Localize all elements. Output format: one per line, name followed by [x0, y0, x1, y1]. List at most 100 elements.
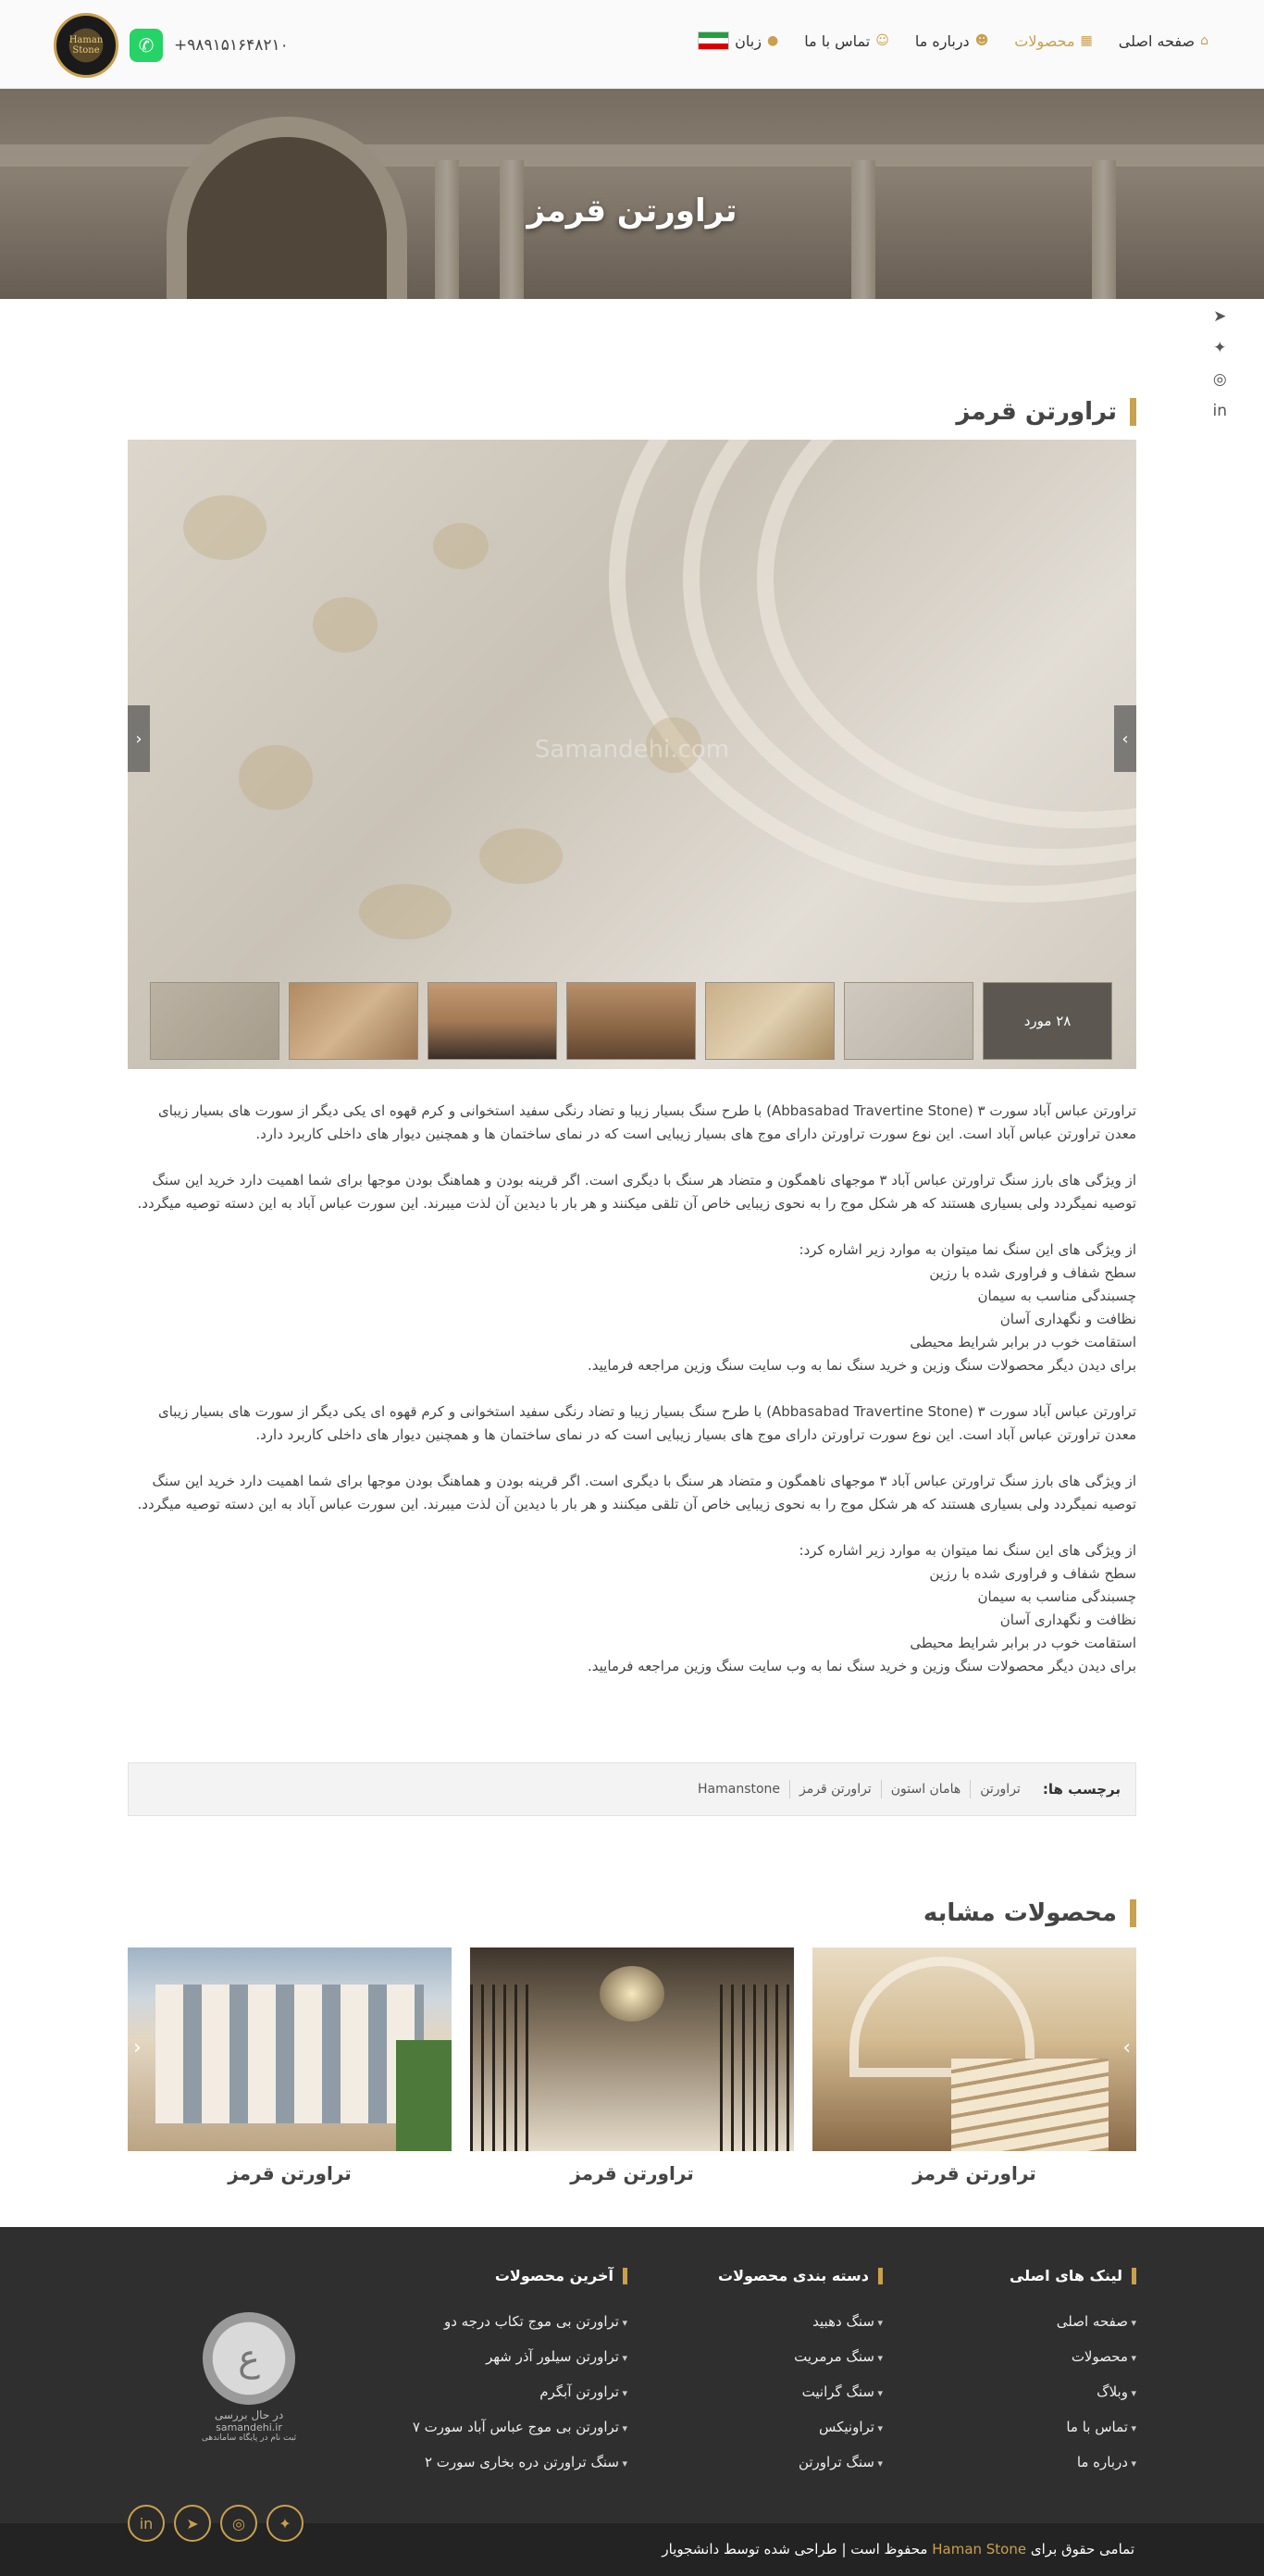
product-title: تراورتن قرمز — [956, 398, 1136, 426]
more-products-text: برای دیدن دیگر محصولات سنگ وزین و خرید س… — [588, 1658, 1136, 1674]
footer-link[interactable]: وبلاگ — [933, 2375, 1136, 2410]
footer-link[interactable]: تراورتن سیلور آذر شهر — [350, 2340, 627, 2375]
similar-product-caption: تراورتن قرمز — [570, 2162, 694, 2184]
footer-latest-products: آخرین محصولات تراورتن بی موج تکاب درجه د… — [350, 2268, 627, 2481]
footer-main-links: لینک های اصلی صفحه اصلی محصولات وبلاگ تم… — [933, 2268, 1136, 2481]
gallery-thumb[interactable] — [289, 982, 418, 1060]
seal-text: در حال بررسی — [214, 2408, 284, 2421]
features-block: از ویژگی های این سنگ نما میتوان به موارد… — [128, 1238, 1136, 1377]
footer-latest-title: آخرین محصولات — [350, 2268, 627, 2284]
copyright-pre: تمامی حقوق برای — [1030, 2541, 1134, 2557]
tag-link[interactable]: Hamanstone — [688, 1780, 789, 1798]
footer-link[interactable]: تراورتن آبگرم — [350, 2375, 627, 2410]
footer-link[interactable]: سنگ دهبید — [670, 2305, 883, 2340]
site-header: ⌂ صفحه اصلی ▦ محصولات ☻ درباره ما ☺ تماس با … — [0, 0, 1264, 89]
footer-categories-title: دسته بندی محصولات — [670, 2268, 883, 2284]
copyright-text: تمامی حقوق برای Haman Stone محفوظ است | … — [662, 2541, 1134, 2557]
tags-label: برچسب ها: — [1042, 1781, 1121, 1798]
instagram-icon[interactable]: ◎ — [220, 2505, 257, 2542]
product-image — [470, 1948, 794, 2151]
gallery-watermark: Samandehi.com — [534, 736, 730, 764]
chevron-left-icon: ‹ — [135, 728, 143, 749]
footer-link[interactable]: تماس با ما — [933, 2410, 1136, 2445]
instagram-icon[interactable]: ◎ — [1213, 370, 1227, 389]
linkedin-icon[interactable]: in — [1213, 402, 1228, 420]
page-hero: تراورتن قرمز — [0, 89, 1264, 299]
nav-products-label: محصولات — [1014, 31, 1075, 50]
footer-link[interactable]: سنگ تراورتن دره بخاری سورت ۲ — [350, 2445, 627, 2481]
similar-product-card[interactable]: تراورتن قرمز — [128, 1948, 452, 2184]
boxes-icon: ▦ — [1080, 33, 1093, 48]
footer-link[interactable]: تراورتن بی موج عباس آباد سورت ۷ — [350, 2410, 627, 2445]
samandehi-logo: ﻉ — [203, 2312, 295, 2405]
feature-item: سطح شفاف و فراوری شده با رزین — [929, 1264, 1136, 1281]
footer-link[interactable]: تراونیکس — [670, 2410, 883, 2445]
feature-item: نظافت و نگهداری آسان — [999, 1612, 1136, 1628]
copyright-brand-link[interactable]: Haman Stone — [932, 2541, 1026, 2557]
feature-item: چسبندگی مناسب به سیمان — [977, 1588, 1136, 1605]
nav-products[interactable]: ▦ محصولات — [1014, 31, 1092, 50]
footer-main-links-title: لینک های اصلی — [933, 2268, 1136, 2284]
gallery-thumb[interactable] — [705, 982, 835, 1060]
feature-item: چسبندگی مناسب به سیمان — [977, 1288, 1136, 1304]
footer-categories: دسته بندی محصولات سنگ دهبید سنگ مرمریت س… — [670, 2268, 883, 2481]
gallery-thumb[interactable] — [428, 982, 557, 1060]
nav-home[interactable]: ⌂ صفحه اصلی — [1119, 31, 1208, 50]
tags-bar: برچسب ها: تراورتن هامان استون تراورتن قر… — [128, 1762, 1136, 1816]
telegram-icon[interactable]: ➤ — [1213, 307, 1226, 326]
home-icon: ⌂ — [1200, 33, 1208, 48]
gallery-thumb[interactable] — [566, 982, 696, 1060]
slider-prev-icon[interactable]: ‹ — [133, 2036, 142, 2060]
more-products-text: برای دیدن دیگر محصولات سنگ وزین و خرید س… — [588, 1357, 1136, 1374]
gallery-more-thumb[interactable]: ۲۸ مورد — [983, 982, 1112, 1060]
features-intro: از ویژگی های این سنگ نما میتوان به موارد… — [799, 1241, 1136, 1258]
tag-link[interactable]: هامان استون — [880, 1780, 971, 1798]
features-intro: از ویژگی های این سنگ نما میتوان به موارد… — [799, 1542, 1136, 1559]
gallery-thumb[interactable] — [844, 982, 973, 1060]
feature-item: سطح شفاف و فراوری شده با رزین — [929, 1565, 1136, 1582]
nav-home-label: صفحه اصلی — [1118, 31, 1196, 50]
similar-product-card[interactable]: تراورتن قرمز — [812, 1948, 1136, 2184]
slider-next-icon[interactable]: › — [1122, 2036, 1131, 2060]
nav-language-label: زبان — [735, 31, 762, 50]
site-logo[interactable]: Haman Stone — [54, 13, 118, 78]
tag-link[interactable]: تراورتن قرمز — [789, 1780, 881, 1798]
description-paragraph: از ویژگی های بارز سنگ تراورتن عباس آباد … — [137, 1172, 1137, 1212]
whatsapp-icon[interactable]: ✆ — [130, 29, 163, 62]
telegram-icon[interactable]: ➤ — [174, 2505, 211, 2542]
nav-language[interactable]: ● زبان — [698, 31, 778, 50]
iran-flag-icon — [698, 31, 730, 50]
similar-product-caption: تراورتن قرمز — [912, 2162, 1036, 2184]
feature-item: استقامت خوب در برابر شرایط محیطی — [910, 1334, 1136, 1350]
gallery-prev-button[interactable]: ‹ — [128, 705, 150, 772]
gallery-next-button[interactable]: › — [1114, 705, 1136, 772]
footer-link[interactable]: محصولات — [933, 2340, 1136, 2375]
tag-link[interactable]: تراورتن — [970, 1780, 1030, 1798]
gallery-thumb[interactable] — [150, 982, 279, 1060]
description-paragraph: از ویژگی های بارز سنگ تراورتن عباس آباد … — [137, 1473, 1137, 1512]
twitter-icon[interactable]: ✦ — [266, 2505, 304, 2542]
hero-title: تراورتن قرمز — [527, 193, 737, 230]
seal-text: ثبت نام در پایگاه ساماندهی — [201, 2433, 297, 2443]
nav-about[interactable]: ☻ درباره ما — [915, 31, 988, 50]
footer-link[interactable]: سنگ گرانیت — [670, 2375, 883, 2410]
footer-link[interactable]: سنگ تراورتن — [670, 2445, 883, 2481]
header-contact: Haman Stone ✆ +۹۸۹۱۵۱۶۴۸۲۱۰ — [54, 13, 289, 78]
globe-icon: ● — [766, 33, 779, 48]
main-nav: ⌂ صفحه اصلی ▦ محصولات ☻ درباره ما ☺ تماس با … — [698, 31, 1208, 50]
similar-product-card[interactable]: تراورتن قرمز — [470, 1948, 794, 2184]
phone-number[interactable]: +۹۸۹۱۵۱۶۴۸۲۱۰ — [174, 36, 289, 55]
similar-products-slider: تراورتن قرمز تراورتن قرمز تراورتن قرمز ›… — [128, 1948, 1136, 2188]
copyright-bar: تمامی حقوق برای Haman Stone محفوظ است | … — [0, 2505, 1264, 2576]
footer-link[interactable]: صفحه اصلی — [933, 2305, 1136, 2340]
linkedin-icon[interactable]: in — [128, 2505, 165, 2542]
seal-text: samandehi.ir — [216, 2421, 282, 2433]
twitter-icon[interactable]: ✦ — [1213, 339, 1226, 357]
nav-contact[interactable]: ☺ تماس با ما — [804, 31, 889, 50]
samandehi-seal[interactable]: ﻉ در حال بررسی samandehi.ir ثبت نام در پ… — [194, 2312, 304, 2443]
footer-link[interactable]: درباره ما — [933, 2445, 1136, 2481]
footer-link[interactable]: سنگ مرمریت — [670, 2340, 883, 2375]
logo-text: Haman Stone — [68, 35, 104, 56]
gallery-thumbnails: ۲۸ مورد — [150, 982, 1112, 1060]
footer-link[interactable]: تراورتن بی موج تکاب درجه دو — [350, 2305, 627, 2340]
